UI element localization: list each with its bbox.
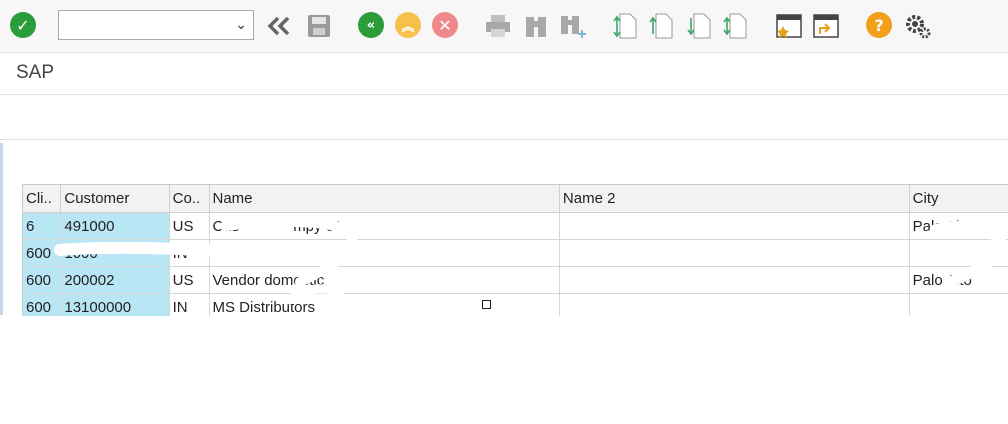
empty-area: [0, 316, 1008, 424]
